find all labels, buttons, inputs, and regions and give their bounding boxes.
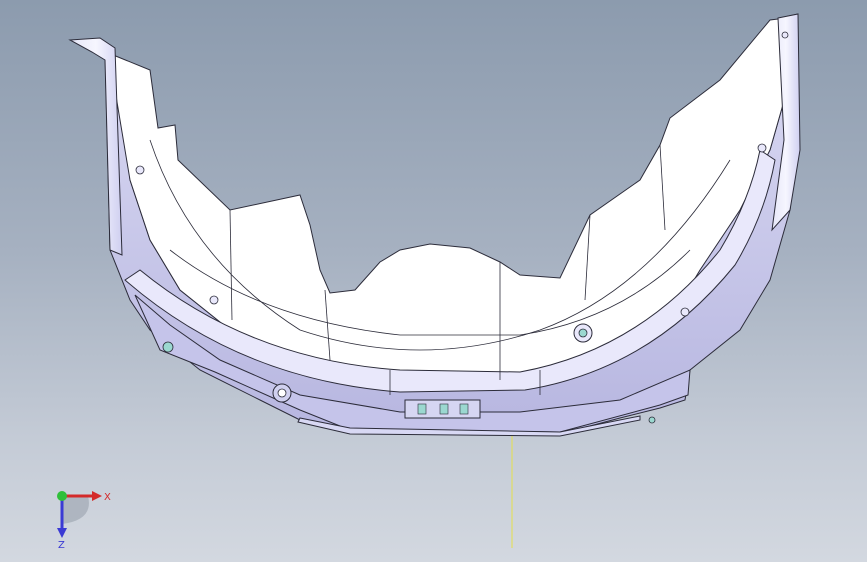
fastener-boss-center	[573, 323, 593, 343]
cad-viewport[interactable]: X Z	[0, 0, 867, 562]
x-axis-label: X	[104, 492, 111, 503]
x-axis-arrow	[92, 491, 102, 501]
y-axis-dot	[57, 491, 67, 501]
triad-plane	[62, 496, 89, 524]
left-flange	[68, 37, 123, 256]
3d-part-model[interactable]	[0, 0, 867, 562]
axis-triad: X Z	[57, 491, 111, 550]
clip-bracket-bottom	[404, 399, 481, 419]
z-axis-label: Z	[58, 540, 65, 550]
z-axis-arrow	[57, 528, 67, 538]
fastener-boss-left	[272, 383, 292, 403]
